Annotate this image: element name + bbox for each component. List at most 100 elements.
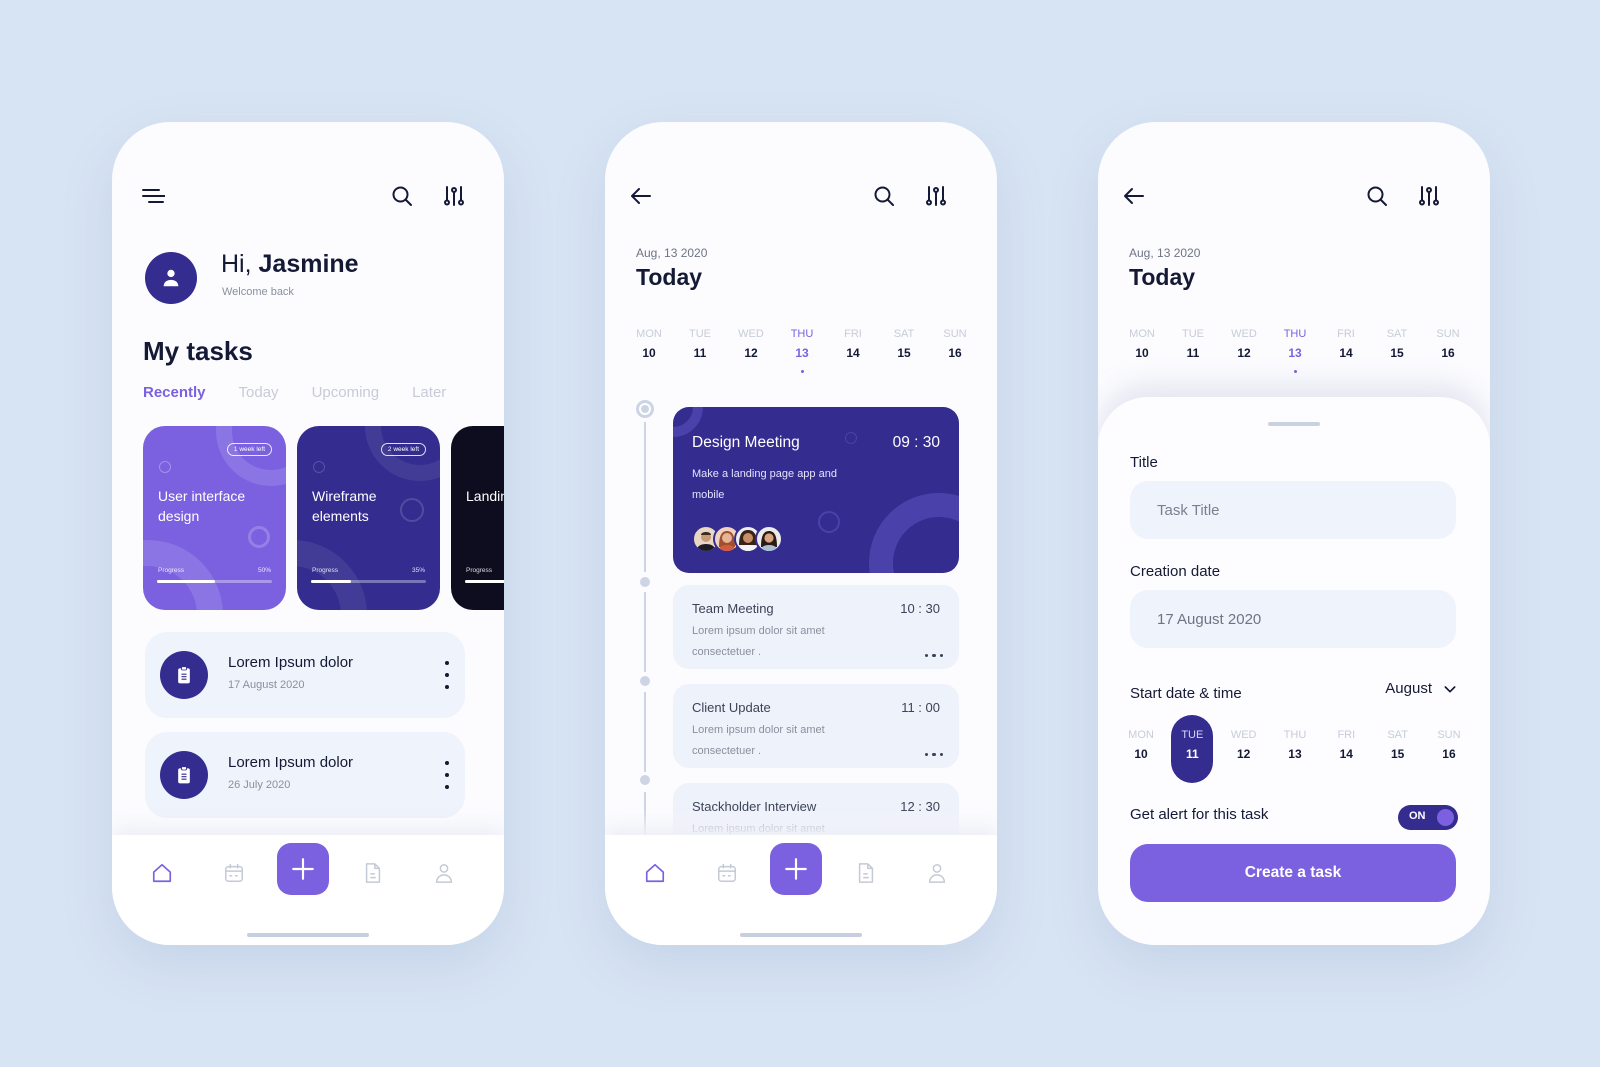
- project-card[interactable]: Landing design Progress: [451, 426, 504, 610]
- day-number: 12: [1236, 747, 1251, 761]
- sliders-icon: [444, 186, 464, 206]
- tab-recently[interactable]: Recently: [143, 384, 206, 401]
- week-strip: MON 10 TUE 11 WED 12 THU 13 FRI 14 SAT 15 SUN 1…: [1120, 326, 1470, 373]
- day-sat[interactable]: SAT 15: [1375, 326, 1419, 360]
- chevron-down-icon: [1444, 685, 1456, 692]
- nav-profile[interactable]: [919, 855, 955, 891]
- day-wed[interactable]: WED 12: [729, 326, 773, 360]
- day-mon[interactable]: MON 10: [1120, 326, 1164, 360]
- start-day-tue[interactable]: TUE 11: [1171, 715, 1214, 783]
- day-name: SAT: [1386, 328, 1408, 340]
- nav-documents[interactable]: [355, 855, 391, 891]
- day-fri[interactable]: FRI 14: [1324, 326, 1368, 360]
- day-name: THU: [790, 328, 814, 340]
- arrow-left-icon: [1124, 188, 1144, 204]
- home-indicator[interactable]: [247, 933, 369, 937]
- back-button[interactable]: [1118, 180, 1150, 212]
- day-number: 15: [1390, 747, 1405, 761]
- more-options-button[interactable]: [924, 752, 943, 756]
- day-name: WED: [738, 328, 764, 340]
- project-card[interactable]: 2 week left Wireframe elements Progress …: [297, 426, 440, 610]
- avatar[interactable]: [145, 252, 197, 304]
- start-day-sun[interactable]: SUN 16: [1428, 715, 1470, 783]
- search-button[interactable]: [1361, 180, 1393, 212]
- progress-label: Progress: [158, 567, 185, 574]
- calendar-icon: [225, 863, 243, 882]
- day-name: FRI: [1337, 328, 1355, 340]
- month-value: August: [1385, 680, 1432, 697]
- more-options-button[interactable]: [924, 653, 943, 657]
- home-icon: [152, 863, 172, 883]
- event-card-highlighted[interactable]: Design Meeting 09 : 30 Make a landing pa…: [673, 407, 959, 573]
- creation-date-input[interactable]: [1130, 590, 1456, 648]
- event-description: Lorem ipsum dolor sit amet consectetuer …: [692, 724, 825, 757]
- event-card[interactable]: Client Update 11 : 00 Lorem ipsum dolor …: [673, 684, 959, 768]
- decorative-ring: [869, 493, 959, 573]
- day-number: 10: [1135, 346, 1149, 360]
- day-sat[interactable]: SAT 15: [882, 326, 926, 360]
- welcome-text: Welcome back: [222, 286, 294, 298]
- nav-home[interactable]: [144, 855, 180, 891]
- event-description: Make a landing page app and mobile: [692, 468, 837, 501]
- search-icon: [392, 186, 412, 206]
- day-fri[interactable]: FRI 14: [831, 326, 875, 360]
- day-sun[interactable]: SUN 16: [933, 326, 977, 360]
- day-sun[interactable]: SUN 16: [1426, 326, 1470, 360]
- event-description: Lorem ipsum dolor sit amet consectetuer …: [692, 625, 825, 658]
- add-task-button[interactable]: [770, 843, 822, 895]
- more-options-button[interactable]: [441, 758, 453, 792]
- nav-documents[interactable]: [848, 855, 884, 891]
- sheet-drag-handle[interactable]: [1268, 422, 1320, 426]
- tab-today[interactable]: Today: [239, 384, 279, 401]
- search-button[interactable]: [868, 180, 900, 212]
- current-date: Aug, 13 2020: [1129, 246, 1201, 260]
- tab-upcoming[interactable]: Upcoming: [312, 384, 380, 401]
- day-name: WED: [1231, 328, 1257, 340]
- day-thu[interactable]: THU 13: [780, 326, 824, 373]
- menu-button[interactable]: [137, 180, 169, 212]
- start-day-sat[interactable]: SAT 15: [1377, 715, 1419, 783]
- search-button[interactable]: [386, 180, 418, 212]
- alert-toggle[interactable]: ON: [1398, 805, 1458, 830]
- nav-home[interactable]: [637, 855, 673, 891]
- day-name: FRI: [1337, 729, 1356, 741]
- current-date: Aug, 13 2020: [636, 246, 708, 260]
- decorative-ring: [313, 461, 325, 473]
- filter-button[interactable]: [438, 180, 470, 212]
- filter-button[interactable]: [1413, 180, 1445, 212]
- day-mon[interactable]: MON 10: [627, 326, 671, 360]
- day-tue[interactable]: TUE 11: [1171, 326, 1215, 360]
- task-title-input[interactable]: [1130, 481, 1456, 539]
- home-indicator[interactable]: [740, 933, 862, 937]
- decorative-ring: [216, 426, 286, 486]
- nav-calendar[interactable]: [216, 855, 252, 891]
- day-wed[interactable]: WED 12: [1222, 326, 1266, 360]
- phone-home-screen: Hi, Jasmine Welcome back My tasks Recent…: [112, 122, 504, 945]
- page-title: Today: [636, 264, 703, 290]
- day-name: MON: [636, 328, 662, 340]
- day-number: 15: [897, 346, 911, 360]
- list-item[interactable]: Lorem Ipsum dolor 26 July 2020: [145, 732, 465, 818]
- nav-profile[interactable]: [426, 855, 462, 891]
- progress-fill: [465, 580, 504, 583]
- day-number: 13: [1288, 346, 1302, 360]
- start-day-wed[interactable]: WED 12: [1223, 715, 1265, 783]
- tab-later[interactable]: Later: [412, 384, 446, 401]
- filter-button[interactable]: [920, 180, 952, 212]
- start-day-mon[interactable]: MON 10: [1120, 715, 1162, 783]
- start-day-thu[interactable]: THU 13: [1274, 715, 1316, 783]
- profile-icon: [928, 864, 946, 883]
- month-dropdown[interactable]: August: [1385, 680, 1458, 697]
- create-task-button[interactable]: Create a task: [1130, 844, 1456, 902]
- start-day-fri[interactable]: FRI 14: [1325, 715, 1367, 783]
- day-thu[interactable]: THU 13: [1273, 326, 1317, 373]
- attendee-avatars[interactable]: [692, 525, 783, 553]
- back-button[interactable]: [625, 180, 657, 212]
- list-item[interactable]: Lorem Ipsum dolor 17 August 2020: [145, 632, 465, 718]
- event-card[interactable]: Team Meeting 10 : 30 Lorem ipsum dolor s…: [673, 585, 959, 669]
- more-options-button[interactable]: [441, 658, 453, 692]
- add-task-button[interactable]: [277, 843, 329, 895]
- nav-calendar[interactable]: [709, 855, 745, 891]
- day-tue[interactable]: TUE 11: [678, 326, 722, 360]
- project-card[interactable]: 1 week left User interface design Progre…: [143, 426, 286, 610]
